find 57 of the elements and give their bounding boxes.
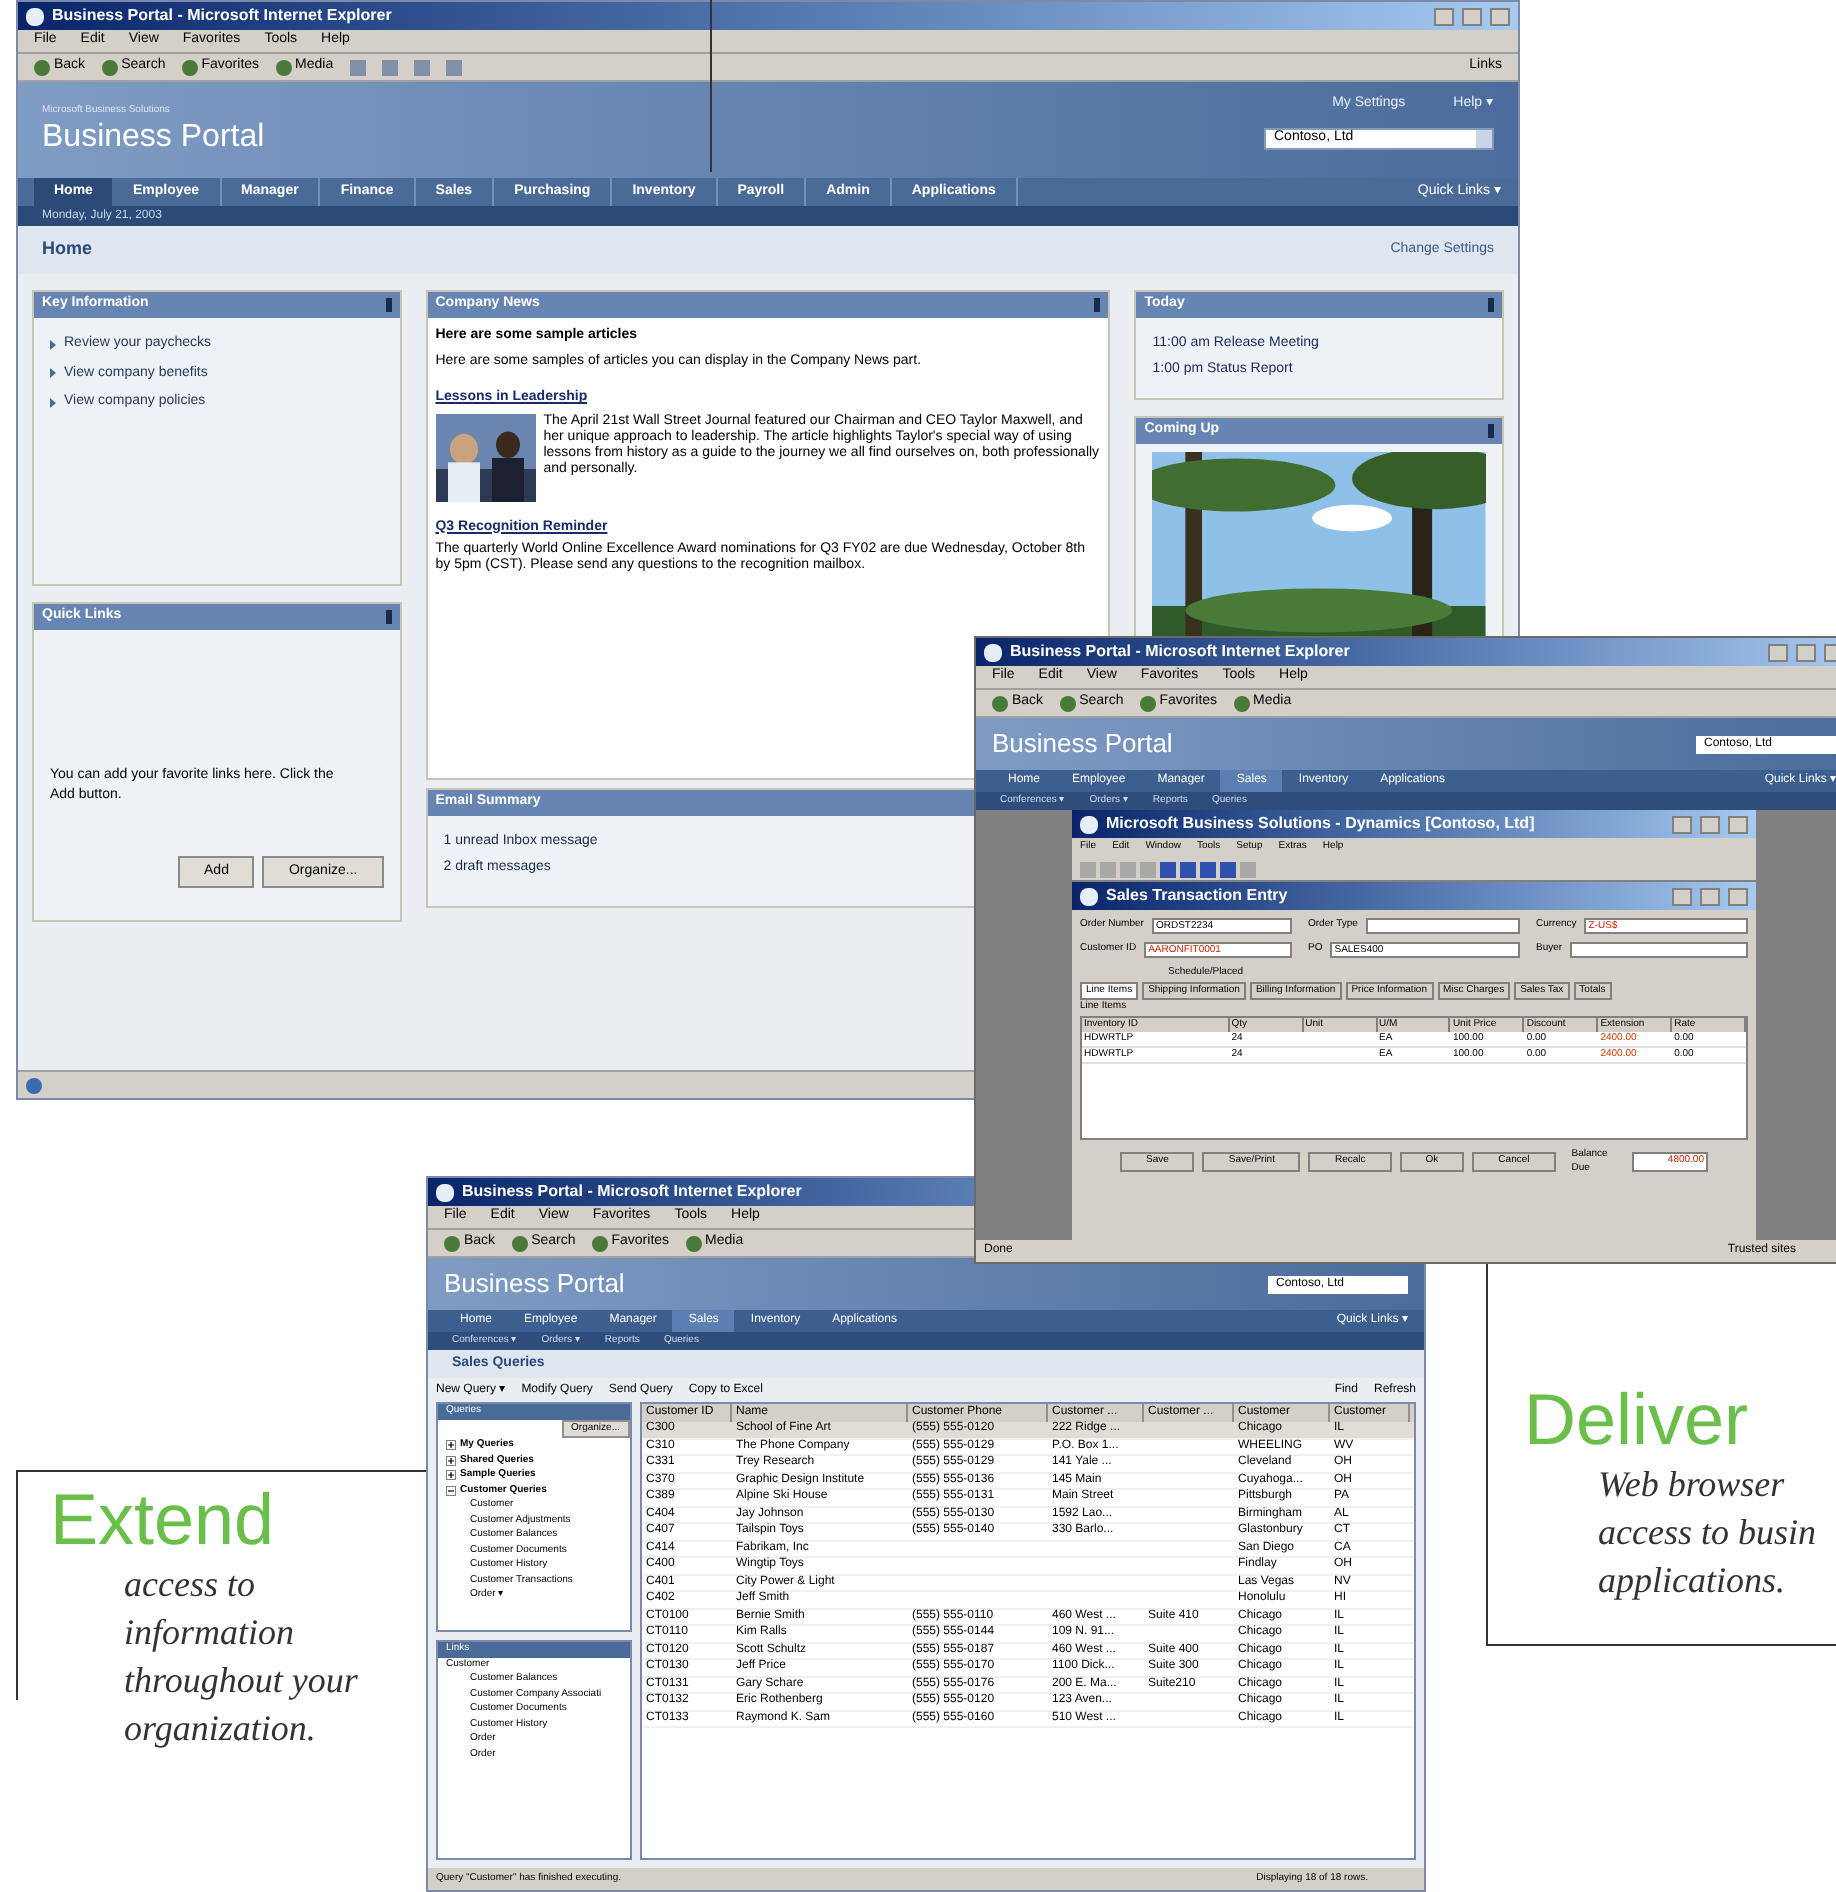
window-title: Business Portal - Microsoft Internet Explorer	[52, 4, 394, 28]
browser-icon	[984, 643, 1002, 661]
toolbar-icon[interactable]	[591, 1235, 608, 1251]
close-icon[interactable]	[1728, 887, 1748, 905]
browser-icon	[436, 1183, 454, 1201]
toolbar-icon[interactable]	[34, 59, 50, 75]
maximize-icon[interactable]	[1462, 7, 1482, 25]
minimize-icon[interactable]	[1672, 815, 1692, 833]
portal-brand: Business Portal	[42, 119, 265, 156]
toolbar-icon[interactable]	[992, 695, 1008, 711]
collapse-icon[interactable]	[446, 1485, 456, 1496]
browser-icon	[1080, 887, 1098, 905]
maximize-icon[interactable]	[1796, 643, 1816, 661]
toolbar-icon[interactable]	[275, 59, 292, 75]
minimize-icon[interactable]	[1434, 7, 1454, 25]
close-icon[interactable]	[1490, 7, 1510, 25]
maximize-icon[interactable]	[1700, 815, 1720, 833]
browser-icon	[1080, 815, 1098, 833]
toolbar-icon[interactable]	[1233, 695, 1250, 711]
window-title: Sales Transaction Entry	[1106, 884, 1290, 908]
toolbar-icon[interactable]	[511, 1235, 528, 1251]
portal-brand: Business Portal	[992, 726, 1173, 763]
toolbar-icon[interactable]	[444, 1235, 460, 1251]
sort-icon[interactable]	[1487, 298, 1494, 312]
close-icon[interactable]	[1728, 815, 1748, 833]
callout-text: Web browser access to busin applications.	[1596, 1462, 1816, 1604]
sort-icon[interactable]	[1487, 424, 1494, 438]
expand-icon[interactable]	[446, 1440, 456, 1451]
expand-icon[interactable]	[446, 1455, 456, 1466]
window-title: Business Portal - Microsoft Internet Explorer	[462, 1180, 804, 1204]
minimize-icon[interactable]	[1768, 643, 1788, 661]
sort-icon[interactable]	[385, 610, 392, 624]
toolbar-icon[interactable]	[181, 59, 198, 75]
input-field[interactable]	[1365, 918, 1520, 934]
window-title: Microsoft Business Solutions - Dynamics [Contoso, Ltd]	[1106, 812, 1537, 836]
browser-icon	[26, 7, 44, 25]
bullet-icon	[50, 368, 56, 379]
callout-heading: Deliver	[1524, 1380, 1751, 1460]
window-title: Business Portal - Microsoft Internet Explorer	[1010, 640, 1352, 664]
page-title: Home	[42, 236, 95, 263]
sort-icon[interactable]	[1094, 298, 1101, 312]
expand-icon[interactable]	[446, 1470, 456, 1481]
callout-heading: Extend	[50, 1480, 277, 1560]
callout-text: access to information throughout your organization.	[122, 1562, 358, 1752]
portal-brand: Business Portal	[444, 1266, 625, 1303]
maximize-icon[interactable]	[1700, 887, 1720, 905]
input-field[interactable]	[1570, 942, 1748, 958]
toolbar-icon[interactable]	[101, 59, 118, 75]
bullet-icon	[50, 397, 56, 408]
sort-icon[interactable]	[385, 298, 392, 312]
toolbar-icon[interactable]	[685, 1235, 702, 1251]
minimize-icon[interactable]	[1672, 887, 1692, 905]
toolbar-icon[interactable]	[1059, 695, 1076, 711]
bullet-icon	[50, 339, 56, 350]
page-icon	[26, 1077, 42, 1093]
toolbar-icon[interactable]	[1139, 695, 1156, 711]
dropdown-icon[interactable]	[1476, 129, 1492, 147]
